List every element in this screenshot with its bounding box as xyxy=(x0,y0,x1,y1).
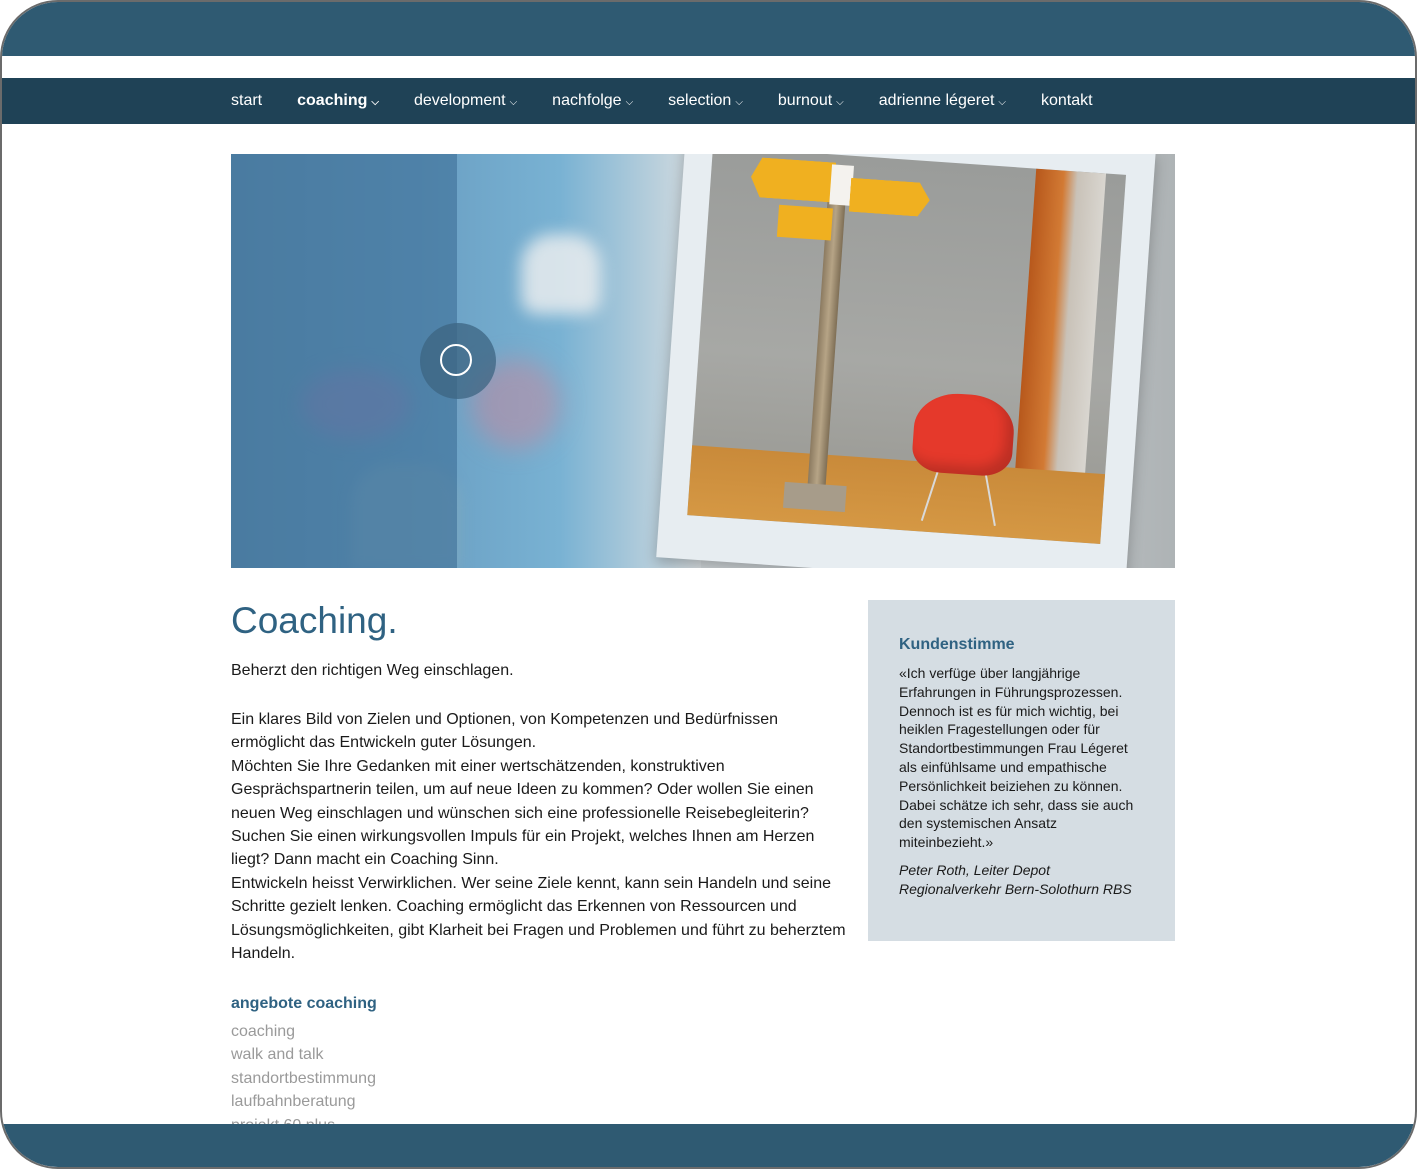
chevron-down-icon: ⌵ xyxy=(371,96,379,108)
paragraph: Entwickeln heisst Verwirklichen. Wer sei… xyxy=(231,874,846,963)
chevron-down-icon: ⌵ xyxy=(625,96,634,108)
nav-item-nachfolge[interactable]: nachfolge ⌵ xyxy=(552,92,633,110)
bottom-frame-band xyxy=(2,1124,1415,1167)
top-frame-band xyxy=(2,2,1415,56)
author-name: Peter Roth, Leiter Depot xyxy=(899,861,1050,878)
nav-label: kontakt xyxy=(1041,92,1093,109)
lead-text: Beherzt den richtigen Weg einschlagen. xyxy=(231,662,514,679)
paragraph: Möchten Sie Ihre Gedanken mit einer wert… xyxy=(231,757,815,869)
testimonial-title: Kundenstimme xyxy=(899,636,1015,653)
device-frame: start coaching ⌵ development ⌵ nachfolge ⌵ … xyxy=(0,0,1417,1169)
nav-item-kontakt[interactable]: kontakt xyxy=(1041,92,1093,110)
testimonial-author: Peter Roth, Leiter Depot Regionalverkehr… xyxy=(899,861,1144,899)
chevron-down-icon: ⌵ xyxy=(998,96,1006,108)
hero-photo-frame xyxy=(656,154,1156,568)
nav-label: burnout xyxy=(777,92,833,109)
chevron-down-icon: ⌵ xyxy=(836,96,844,108)
hero-image xyxy=(231,154,1175,568)
testimonial-box: Kundenstimme «Ich verfüge über langjähri… xyxy=(868,600,1175,941)
nav-item-selection[interactable]: selection ⌵ xyxy=(668,92,743,110)
nav-label: development xyxy=(413,92,506,109)
nav-label: start xyxy=(231,92,263,109)
nav-label: nachfolge xyxy=(552,92,622,109)
nav-item-adrienne-legeret[interactable]: adrienne légeret ⌵ xyxy=(879,92,1006,110)
hero-photo-signpost-chair xyxy=(687,154,1127,545)
offer-link-coaching[interactable]: coaching xyxy=(231,1020,376,1043)
nav-item-burnout[interactable]: burnout ⌵ xyxy=(778,92,844,110)
red-chair xyxy=(910,390,1017,478)
nav-item-development[interactable]: development ⌵ xyxy=(414,92,517,110)
offers-list: coaching walk and talk standortbestimmun… xyxy=(231,1020,376,1137)
nav-label: adrienne légeret xyxy=(878,92,995,109)
nav-label: selection xyxy=(668,92,732,109)
offers-heading: angebote coaching xyxy=(231,995,377,1012)
paragraph: Ein klares Bild von Zielen und Optionen,… xyxy=(231,711,779,752)
offer-link-laufbahnberatung[interactable]: laufbahnberatung xyxy=(231,1090,376,1113)
author-company: Regionalverkehr Bern-Solothurn RBS xyxy=(899,880,1132,897)
page-title: Coaching. xyxy=(231,600,398,641)
testimonial-quote: «Ich verfüge über langjährige Erfahrunge… xyxy=(899,665,1134,851)
circle-icon[interactable] xyxy=(440,344,472,376)
body-text: Ein klares Bild von Zielen und Optionen,… xyxy=(231,708,851,965)
chevron-down-icon: ⌵ xyxy=(509,96,518,108)
nav-item-coaching[interactable]: coaching ⌵ xyxy=(297,92,379,110)
nav-item-start[interactable]: start xyxy=(231,92,262,110)
main-navigation: start coaching ⌵ development ⌵ nachfolge ⌵ … xyxy=(2,78,1415,124)
offer-link-standortbestimmung[interactable]: standortbestimmung xyxy=(231,1067,376,1090)
chevron-down-icon: ⌵ xyxy=(735,96,743,108)
nav-label: coaching xyxy=(297,92,368,109)
offer-link-walk-and-talk[interactable]: walk and talk xyxy=(231,1043,376,1066)
nav-list: start coaching ⌵ development ⌵ nachfolge ⌵ … xyxy=(231,78,1128,124)
